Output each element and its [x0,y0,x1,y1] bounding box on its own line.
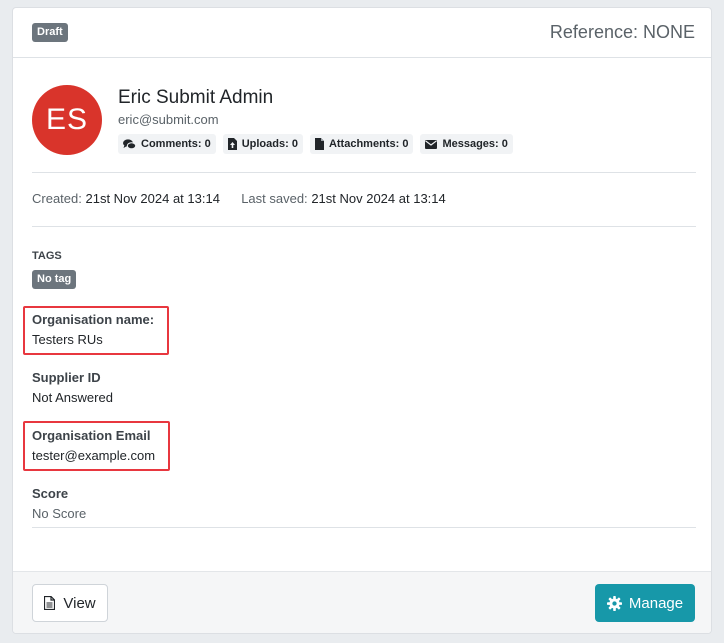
field-value: Testers RUs [32,332,103,347]
created-label: Created: [32,191,82,206]
user-profile: ES Eric Submit Admin eric@submit.com Com… [32,85,513,155]
field-label: Score [32,486,69,501]
divider [32,172,696,173]
created-value: 21st Nov 2024 at 13:14 [85,191,220,206]
organisation-email-field: Organisation Email tester@example.com [32,428,155,463]
document-icon [44,596,56,610]
card-header: Draft Reference: NONE [13,8,711,58]
score-field: Score No Score [32,486,86,521]
last-saved-label: Last saved: [241,191,308,206]
attachment-icon [314,138,324,150]
organisation-name-field: Organisation name: Testers RUs [32,312,154,347]
reference-label: Reference: [549,22,638,42]
gear-icon [606,595,622,611]
divider [32,226,696,227]
reference-value: NONE [642,22,695,42]
field-label: Organisation Email [32,428,151,443]
view-button-label: View [63,594,96,612]
comments-counter: Comments: 0 [118,134,216,154]
messages-counter: Messages: 0 [420,134,513,154]
field-label: Supplier ID [32,370,101,385]
user-email: eric@submit.com [118,112,219,127]
supplier-id-field: Supplier ID Not Answered [32,370,113,405]
tag-badge: No tag [32,270,77,289]
manage-button[interactable]: Manage [595,584,695,622]
manage-button-label: Manage [628,594,684,612]
submission-card: Draft Reference: NONE ES Eric Submit Admi… [12,7,712,634]
upload-icon [227,138,237,150]
comments-icon [123,138,136,149]
reference: Reference: NONE [550,22,695,43]
field-value: tester@example.com [32,448,156,463]
avatar: ES [32,85,102,155]
profile-info: Eric Submit Admin eric@submit.com Commen… [118,85,513,155]
divider [32,527,696,528]
counters: Comments: 0 Uploads: 0 Attachments: 0 Me… [118,134,513,154]
status-badge: Draft [32,23,68,42]
field-value: No Score [32,506,87,521]
field-value: Not Answered [32,390,113,405]
uploads-counter: Uploads: 0 [222,134,303,154]
view-button[interactable]: View [32,584,108,622]
dates-row: Created: 21st Nov 2024 at 13:14 Last sav… [32,191,446,206]
user-name: Eric Submit Admin [118,87,274,108]
attachments-counter: Attachments: 0 [309,134,414,154]
tags-label: TAGS [32,250,62,262]
envelope-icon [425,139,438,149]
field-label: Organisation name: [32,312,155,327]
card-footer: View Manage [13,571,711,633]
last-saved-value: 21st Nov 2024 at 13:14 [311,191,446,206]
